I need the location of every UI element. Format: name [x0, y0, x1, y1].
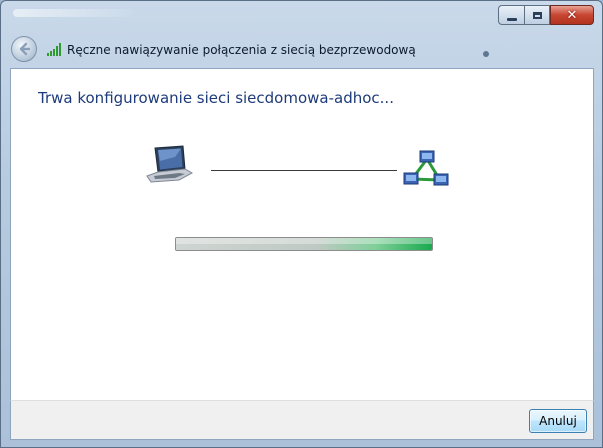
progress-bar [175, 237, 433, 251]
close-icon: ✕ [566, 7, 578, 23]
minimize-button[interactable] [498, 5, 524, 25]
navigation-bar: Ręczne nawiązywanie połączenia z siecią … [1, 31, 602, 67]
caption-buttons: ✕ [498, 5, 594, 25]
progress-bar-gloss [176, 238, 432, 244]
cancel-button[interactable]: Anuluj [529, 409, 587, 433]
content-area: Trwa konfigurowanie sieci siecdomowa-adh… [10, 68, 594, 401]
maximize-icon [532, 11, 542, 19]
network-icon [403, 150, 449, 186]
decorative-dot [483, 51, 489, 57]
title-bar[interactable]: ✕ [1, 1, 602, 31]
button-bar: Anuluj [10, 400, 594, 440]
wireless-signal-icon [47, 43, 61, 56]
laptop-icon [146, 145, 193, 183]
page-heading: Trwa konfigurowanie sieci siecdomowa-adh… [38, 89, 394, 107]
minimize-icon [506, 17, 517, 21]
connection-line [211, 170, 397, 171]
maximize-button[interactable] [524, 5, 550, 25]
back-button[interactable] [11, 36, 37, 62]
wizard-window: ✕ Ręczne nawiązywanie połączenia z sieci… [0, 0, 603, 448]
window-title: Ręczne nawiązywanie połączenia z siecią … [67, 43, 416, 57]
back-arrow-icon [19, 42, 31, 56]
close-button[interactable]: ✕ [550, 5, 594, 25]
title-text-placeholder [13, 9, 133, 17]
